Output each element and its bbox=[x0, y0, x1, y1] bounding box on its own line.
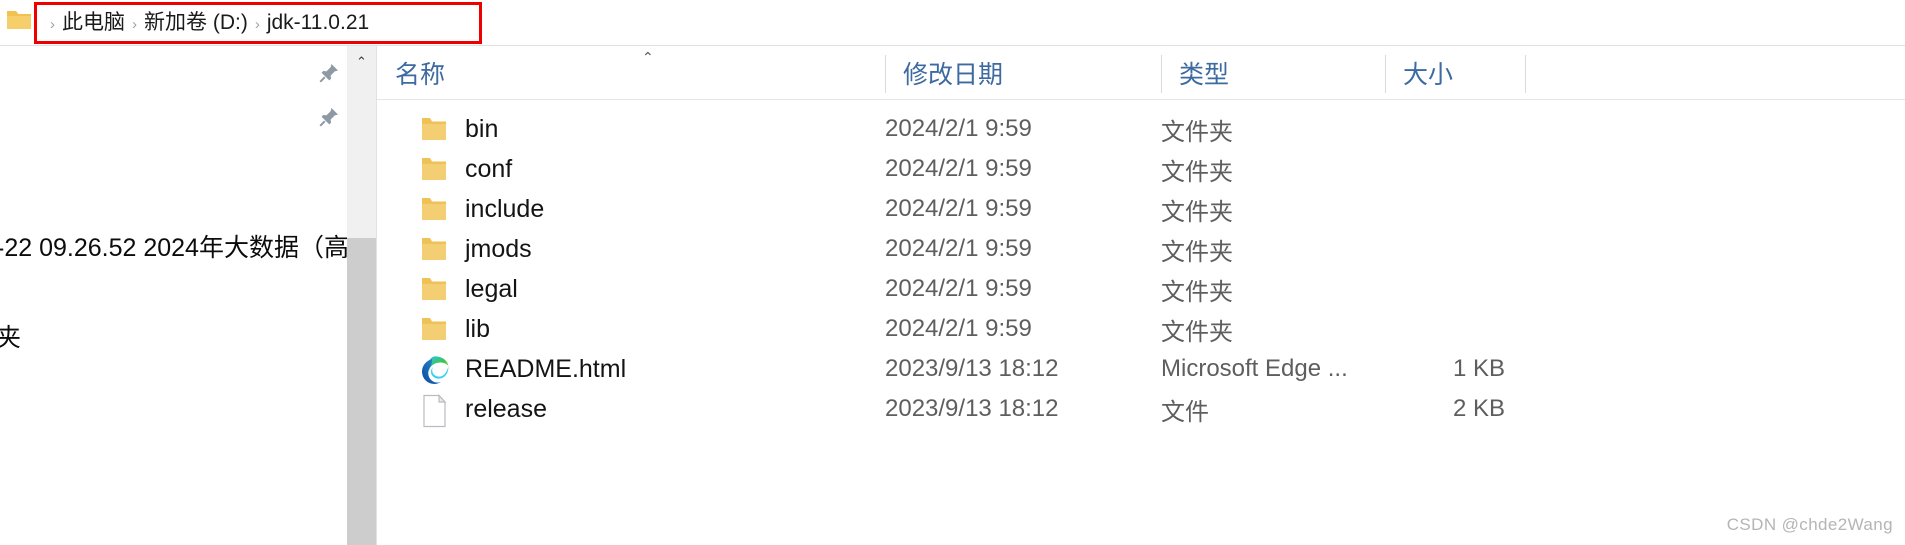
breadcrumb[interactable]: › 此电脑 › 新加卷 (D:) › jdk-11.0.21 bbox=[37, 5, 369, 41]
chevron-up-icon: ⌃ bbox=[356, 54, 367, 70]
file-size: 2 KB bbox=[1452, 395, 1505, 422]
folder-icon bbox=[419, 274, 449, 304]
column-header-row: ⌃ 名称 修改日期 类型 大小 bbox=[377, 46, 1905, 100]
table-row[interactable]: include 2024/2/1 9:59 文件夹 bbox=[377, 189, 1905, 229]
breadcrumb-segment-this-pc[interactable]: 此电脑 bbox=[62, 5, 125, 41]
pin-icon[interactable] bbox=[318, 62, 340, 84]
file-name: conf bbox=[465, 154, 513, 183]
file-date-modified: 2024/2/1 9:59 bbox=[885, 155, 1032, 182]
file-name-cell[interactable]: bin bbox=[377, 109, 498, 149]
column-header-size[interactable]: 大小 bbox=[1385, 46, 1525, 100]
file-date-modified: 2024/2/1 9:59 bbox=[885, 315, 1032, 342]
breadcrumb-separator-icon: › bbox=[254, 15, 260, 33]
file-name-cell[interactable]: include bbox=[377, 189, 544, 229]
file-date-modified: 2023/9/13 18:12 bbox=[885, 395, 1059, 422]
folder-icon bbox=[6, 8, 32, 32]
file-size: 1 KB bbox=[1452, 355, 1505, 382]
file-name: lib bbox=[465, 314, 491, 343]
scrollbar-track[interactable] bbox=[347, 78, 376, 545]
nav-clipped-label-1: -22 09.26.52 2024年大数据（高职 bbox=[0, 234, 347, 262]
table-row[interactable]: release 2023/9/13 18:12 文件 2 KB bbox=[377, 389, 1905, 429]
breadcrumb-segment-jdk[interactable]: jdk-11.0.21 bbox=[267, 5, 369, 41]
file-name: README.html bbox=[465, 354, 627, 383]
file-size bbox=[1385, 109, 1505, 149]
file-type: Microsoft Edge ... bbox=[1161, 355, 1348, 382]
pin-icon[interactable] bbox=[318, 106, 340, 128]
table-row[interactable]: legal 2024/2/1 9:59 文件夹 bbox=[377, 269, 1905, 309]
file-date-modified: 2024/2/1 9:59 bbox=[885, 115, 1032, 142]
file-name: include bbox=[465, 194, 545, 223]
edge-icon bbox=[419, 354, 449, 384]
breadcrumb-highlight-box: › 此电脑 › 新加卷 (D:) › jdk-11.0.21 bbox=[34, 2, 482, 44]
file-name-cell[interactable]: release bbox=[377, 389, 547, 429]
file-size bbox=[1385, 189, 1505, 229]
file-size bbox=[1385, 149, 1505, 189]
address-bar: › 此电脑 › 新加卷 (D:) › jdk-11.0.21 bbox=[0, 0, 1905, 46]
table-row[interactable]: conf 2024/2/1 9:59 文件夹 bbox=[377, 149, 1905, 189]
file-type: 文件夹 bbox=[1161, 318, 1233, 346]
table-row[interactable]: README.html 2023/9/13 18:12 Microsoft Ed… bbox=[377, 349, 1905, 389]
file-size bbox=[1385, 309, 1505, 349]
column-header-name[interactable]: 名称 bbox=[377, 46, 885, 100]
file-name-cell[interactable]: lib bbox=[377, 309, 490, 349]
file-date-modified: 2023/9/13 18:12 bbox=[885, 355, 1059, 382]
file-type: 文件夹 bbox=[1161, 278, 1233, 306]
file-name-cell[interactable]: legal bbox=[377, 269, 518, 309]
folder-icon bbox=[419, 154, 449, 184]
file-name-cell[interactable]: jmods bbox=[377, 229, 532, 269]
file-type: 文件夹 bbox=[1161, 158, 1233, 186]
file-type: 文件夹 bbox=[1161, 238, 1233, 266]
column-divider[interactable] bbox=[1525, 55, 1526, 93]
file-name: jmods bbox=[465, 234, 532, 263]
file-date-modified: 2024/2/1 9:59 bbox=[885, 275, 1032, 302]
scrollbar-thumb[interactable] bbox=[347, 238, 376, 545]
file-size bbox=[1385, 229, 1505, 269]
file-list: bin 2024/2/1 9:59 文件夹 conf 2024/2/1 9:59… bbox=[377, 100, 1905, 545]
file-name-cell[interactable]: README.html bbox=[377, 349, 626, 389]
folder-icon bbox=[419, 114, 449, 144]
column-header-type[interactable]: 类型 bbox=[1161, 46, 1385, 100]
folder-icon bbox=[419, 194, 449, 224]
table-row[interactable]: bin 2024/2/1 9:59 文件夹 bbox=[377, 109, 1905, 149]
file-date-modified: 2024/2/1 9:59 bbox=[885, 235, 1032, 262]
table-row[interactable]: jmods 2024/2/1 9:59 文件夹 bbox=[377, 229, 1905, 269]
navigation-pane-scrollbar[interactable]: ⌃ bbox=[347, 46, 376, 545]
file-name: release bbox=[465, 394, 547, 423]
file-type: 文件夹 bbox=[1161, 118, 1233, 146]
file-size bbox=[1385, 269, 1505, 309]
scrollbar-up-button[interactable]: ⌃ bbox=[347, 46, 376, 78]
breadcrumb-separator-icon: › bbox=[50, 15, 55, 33]
column-header-date-modified[interactable]: 修改日期 bbox=[885, 46, 1161, 100]
folder-icon bbox=[419, 314, 449, 344]
file-name-cell[interactable]: conf bbox=[377, 149, 512, 189]
file-date-modified: 2024/2/1 9:59 bbox=[885, 195, 1032, 222]
file-type: 文件夹 bbox=[1161, 198, 1233, 226]
breadcrumb-separator-icon: › bbox=[132, 15, 137, 33]
table-row[interactable]: lib 2024/2/1 9:59 文件夹 bbox=[377, 309, 1905, 349]
navigation-pane: -22 09.26.52 2024年大数据（高职 夹 bbox=[0, 46, 347, 545]
file-name: bin bbox=[465, 114, 499, 143]
document-icon bbox=[419, 393, 449, 428]
watermark: CSDN @chde2Wang bbox=[1726, 515, 1893, 534]
file-explorer-window: › 此电脑 › 新加卷 (D:) › jdk-11.0.21 -22 09.26… bbox=[0, 0, 1905, 545]
nav-clipped-label-2: 夹 bbox=[0, 324, 22, 352]
breadcrumb-segment-drive-d[interactable]: 新加卷 (D:) bbox=[144, 5, 248, 41]
file-type: 文件 bbox=[1161, 398, 1209, 426]
folder-icon bbox=[419, 234, 449, 264]
file-name: legal bbox=[465, 274, 518, 303]
